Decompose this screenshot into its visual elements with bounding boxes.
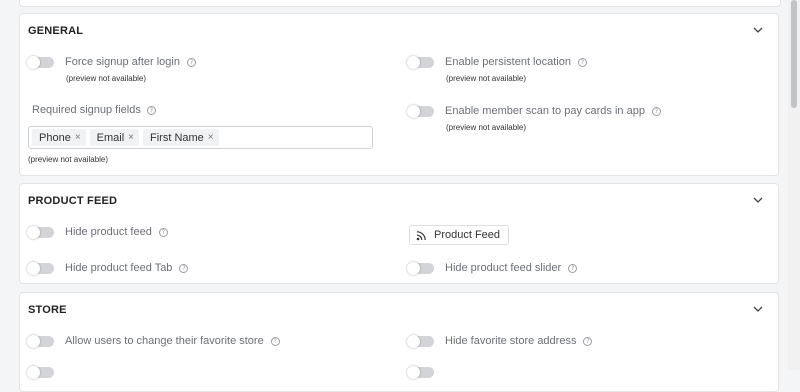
hide-product-feed-slider-row: Hide product feed slider ? — [407, 261, 578, 275]
general-section: GENERAL Force signup after login ? (prev… — [19, 13, 779, 176]
store-partial-toggle-left[interactable] — [27, 366, 54, 379]
persistent-location-label: Enable persistent location — [445, 56, 571, 68]
force-signup-note: (preview not available) — [66, 74, 147, 83]
tag-email-remove-icon[interactable]: × — [128, 132, 134, 143]
member-scan-note: (preview not available) — [446, 123, 527, 132]
force-signup-row: Force signup after login ? — [27, 55, 196, 69]
hide-product-feed-help-icon[interactable]: ? — [158, 227, 168, 237]
allow-change-store-label: Allow users to change their favorite sto… — [65, 335, 264, 347]
general-collapse-chevron-icon[interactable] — [752, 24, 764, 36]
store-row-partial-right — [407, 366, 434, 379]
hide-product-feed-toggle[interactable] — [27, 225, 54, 239]
page-scrollbar[interactable] — [788, 0, 800, 370]
required-fields-help-icon[interactable]: ? — [146, 105, 156, 115]
allow-change-store-row: Allow users to change their favorite sto… — [27, 334, 280, 348]
general-section-title: GENERAL — [28, 25, 84, 37]
hide-product-feed-tab-label: Hide product feed Tab — [65, 262, 173, 274]
tag-phone-label: Phone — [39, 131, 71, 144]
tag-phone-remove-icon[interactable]: × — [75, 132, 81, 143]
hide-product-feed-slider-toggle[interactable] — [407, 261, 434, 275]
hide-store-address-label: Hide favorite store address — [445, 335, 577, 347]
required-signup-fields-label-row: Required signup fields ? — [32, 104, 156, 116]
product-feed-button[interactable]: Product Feed — [409, 225, 510, 245]
allow-change-store-help-icon[interactable]: ? — [270, 336, 280, 346]
required-signup-fields-input[interactable]: Phone × Email × First Name × — [28, 126, 373, 149]
tag-first-name-remove-icon[interactable]: × — [208, 132, 214, 143]
hide-product-feed-row: Hide product feed ? — [27, 225, 168, 239]
hide-store-address-toggle[interactable] — [407, 334, 434, 348]
rss-icon — [416, 230, 426, 240]
product-feed-section: PRODUCT FEED Hide product feed ? Product… — [19, 183, 779, 284]
member-scan-row: Enable member scan to pay cards in app ? — [407, 104, 661, 118]
hide-product-feed-tab-row: Hide product feed Tab ? — [27, 261, 189, 275]
product-feed-collapse-chevron-icon[interactable] — [752, 194, 764, 206]
store-row-partial-left — [27, 366, 54, 379]
persistent-location-row: Enable persistent location ? — [407, 55, 587, 69]
member-scan-toggle[interactable] — [407, 104, 434, 118]
tag-first-name: First Name × — [143, 129, 219, 146]
member-scan-help-icon[interactable]: ? — [651, 106, 661, 116]
tag-email: Email × — [89, 129, 140, 146]
required-fields-note: (preview not available) — [28, 155, 109, 164]
force-signup-toggle[interactable] — [27, 55, 54, 69]
force-signup-label: Force signup after login — [65, 56, 180, 68]
previous-section-card — [19, 0, 781, 7]
store-section: STORE Allow users to change their favori… — [19, 292, 779, 392]
scrollbar-thumb[interactable] — [791, 0, 797, 108]
force-signup-help-icon[interactable]: ? — [186, 57, 196, 67]
hide-product-feed-slider-help-icon[interactable]: ? — [568, 263, 578, 273]
hide-store-address-row: Hide favorite store address ? — [407, 334, 593, 348]
product-feed-section-title: PRODUCT FEED — [28, 195, 118, 207]
tag-first-name-label: First Name — [150, 131, 204, 144]
tag-phone: Phone × — [32, 129, 86, 146]
product-feed-button-label: Product Feed — [434, 229, 501, 241]
allow-change-store-toggle[interactable] — [27, 334, 54, 348]
store-section-title: STORE — [28, 304, 67, 316]
hide-product-feed-slider-label: Hide product feed slider — [445, 262, 562, 274]
persistent-location-toggle[interactable] — [407, 55, 434, 69]
persistent-location-note: (preview not available) — [446, 74, 527, 83]
hide-product-feed-tab-toggle[interactable] — [27, 261, 54, 275]
store-collapse-chevron-icon[interactable] — [752, 303, 764, 315]
member-scan-label: Enable member scan to pay cards in app — [445, 105, 645, 117]
hide-product-feed-tab-help-icon[interactable]: ? — [179, 263, 189, 273]
store-partial-toggle-right[interactable] — [407, 366, 434, 379]
persistent-location-help-icon[interactable]: ? — [577, 57, 587, 67]
hide-product-feed-label: Hide product feed — [65, 226, 152, 238]
hide-store-address-help-icon[interactable]: ? — [583, 336, 593, 346]
required-signup-fields-label: Required signup fields — [32, 104, 141, 116]
tag-email-label: Email — [96, 131, 125, 144]
